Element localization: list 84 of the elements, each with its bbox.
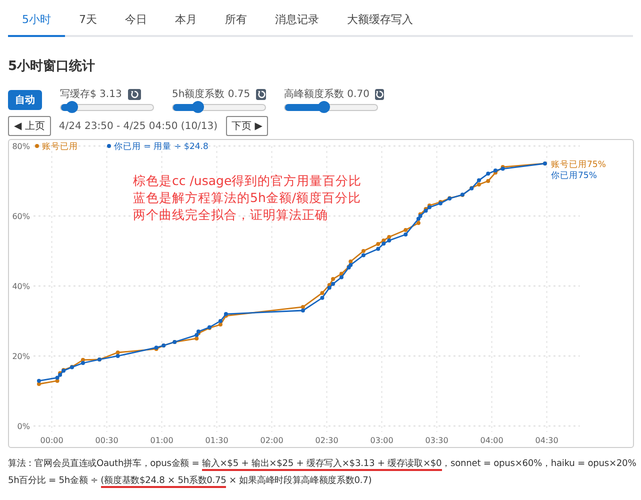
formula-text: 5h百分比 = 5h金额 ÷ (额度基数$24.8 × 5h系数0.75 × 如果高峰时段算高峰额度系数0.7)	[8, 475, 372, 490]
tab[interactable]: 所有	[211, 8, 261, 37]
x-axis-label: 00:00	[40, 436, 64, 445]
slider-label: 高峰额度系数 0.70	[284, 88, 370, 101]
point	[116, 350, 120, 354]
reset-icon[interactable]	[128, 88, 141, 100]
point	[361, 253, 366, 258]
point	[348, 260, 353, 264]
point	[80, 361, 85, 365]
point	[331, 282, 336, 286]
reset-icon[interactable]	[375, 88, 384, 100]
y-axis-label: 60%	[12, 212, 30, 221]
point	[194, 336, 199, 340]
y-axis-label: 80%	[12, 142, 30, 151]
point	[404, 232, 408, 237]
annotation-text: 两个曲线完全拟合，证明算法正确	[133, 206, 329, 223]
tab[interactable]: 消息记录	[261, 8, 333, 37]
y-axis-label: 40%	[12, 282, 30, 291]
tab[interactable]: 今日	[111, 8, 161, 37]
section-title: 5小时窗口统计	[8, 58, 96, 75]
slider-thumb[interactable]	[318, 101, 330, 113]
point	[327, 286, 332, 290]
legend-dot-icon	[107, 144, 111, 148]
point	[404, 228, 408, 232]
point	[320, 291, 324, 295]
tab[interactable]: 7天	[65, 8, 111, 37]
x-axis-label: 01:30	[205, 436, 228, 445]
x-axis-label: 04:30	[535, 436, 558, 445]
point	[376, 242, 380, 246]
point	[361, 249, 366, 253]
point	[387, 235, 392, 239]
slider-label: 写缓存$ 3.13	[60, 88, 122, 101]
end-value-label: 你已用75%	[551, 171, 597, 181]
point	[339, 275, 344, 280]
point	[116, 354, 120, 358]
point	[36, 378, 41, 383]
point	[416, 221, 420, 225]
point	[320, 296, 324, 300]
point	[300, 305, 305, 309]
annotation-text: 蓝色是解方程算法的5h金额/额度百分比	[133, 189, 362, 206]
point	[339, 272, 344, 276]
point	[416, 216, 420, 221]
x-axis-label: 03:30	[425, 436, 448, 445]
point	[218, 322, 222, 326]
point	[493, 168, 498, 172]
slider[interactable]	[172, 104, 266, 111]
x-axis-label: 02:00	[260, 436, 284, 445]
x-axis-label: 02:30	[315, 436, 338, 445]
y-axis-label: 0%	[17, 422, 30, 431]
annotation-text: 棕色是cc /usage得到的官方用量百分比	[133, 172, 362, 189]
slider-thumb[interactable]	[192, 101, 204, 113]
x-axis-label: 03:00	[370, 436, 394, 445]
auto-button[interactable]: 自动	[8, 90, 42, 110]
x-axis-label: 04:00	[480, 436, 504, 445]
formula-text: 算法：官网会员直连或Oauth拼车，opus金额 = 输入×$5 + 输出×$25 + 缓存写入×$3.13 + 缓存读取×$0，sonnet = opus×60%，haiku = opus×20%	[8, 458, 636, 473]
x-axis-label: 00:30	[95, 436, 118, 445]
slider[interactable]	[284, 104, 378, 111]
point	[55, 376, 60, 380]
next-page-button[interactable]: 下页 ▶	[226, 116, 268, 136]
x-axis-label: 01:00	[150, 436, 174, 445]
legend-label[interactable]: 你已用 = 用量 ÷ $24.8	[114, 142, 208, 152]
point	[486, 179, 490, 183]
slider-label: 5h额度系数 0.75	[172, 88, 250, 101]
point	[218, 319, 222, 323]
point	[55, 378, 60, 383]
slider[interactable]	[60, 104, 154, 111]
legend-dot-icon	[35, 144, 39, 148]
end-value-label: 账号已用75%	[551, 160, 606, 170]
point	[476, 182, 481, 186]
point	[387, 238, 392, 242]
point	[486, 172, 490, 176]
prev-page-button[interactable]: ◀ 上页	[8, 116, 51, 136]
point	[300, 308, 305, 312]
point	[382, 242, 386, 246]
date-range: 4/24 23:50 - 4/25 04:50 (10/13)	[58, 120, 218, 132]
reset-icon[interactable]	[256, 88, 266, 100]
y-axis-label: 20%	[12, 352, 30, 361]
point	[376, 246, 380, 251]
tab[interactable]: 5小时	[8, 8, 65, 37]
slider-thumb[interactable]	[66, 101, 78, 113]
tab[interactable]: 大额缓存写入	[333, 8, 427, 37]
tab[interactable]: 本月	[161, 8, 211, 37]
point	[331, 277, 336, 281]
point	[476, 178, 481, 182]
